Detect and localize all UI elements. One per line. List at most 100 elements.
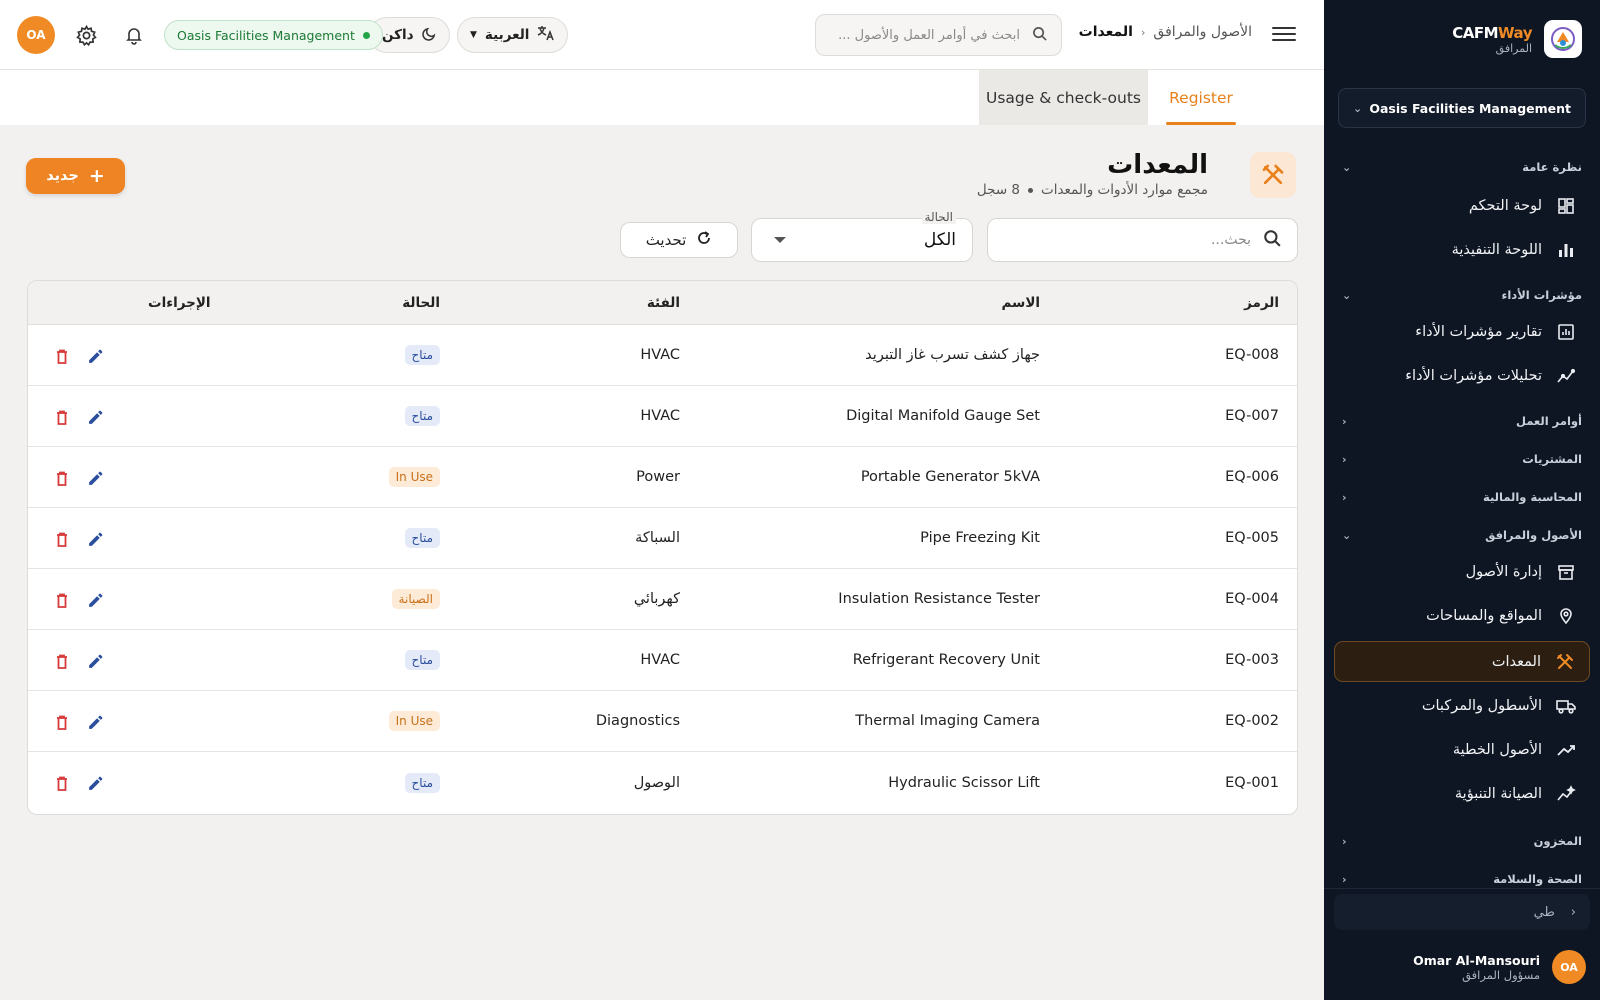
notifications-icon[interactable] [121, 22, 147, 48]
delete-trash-icon[interactable] [51, 772, 73, 794]
caret-down-icon [774, 237, 786, 243]
sidebar-item-kpi-analytics[interactable]: تحليلات مؤشرات الأداء [1334, 356, 1590, 396]
chevron-left-icon: ‹ [1342, 452, 1347, 466]
table-row[interactable]: EQ-007 Digital Manifold Gauge Set HVAC متاح [28, 386, 1297, 447]
sidebar-item-executive[interactable]: اللوحة التنفيذية [1334, 230, 1590, 270]
sidebar-item-asset-management[interactable]: إدارة الأصول [1334, 552, 1590, 592]
tab-register[interactable]: Register [1148, 70, 1254, 125]
sidebar-item-kpi-reports[interactable]: تقارير مؤشرات الأداء [1334, 312, 1590, 352]
cell-status: In Use [388, 691, 440, 751]
cell-name: Refrigerant Recovery Unit [852, 652, 1040, 668]
new-equipment-button[interactable]: جديد + [26, 158, 125, 194]
chevron-down-icon: ⌄ [1342, 160, 1352, 174]
sidebar-item-label: اللوحة التنفيذية [1451, 242, 1542, 258]
analytics-icon [1556, 366, 1576, 386]
cell-status: متاح [404, 752, 440, 813]
cell-name: Pipe Freezing Kit [920, 530, 1040, 546]
sidebar-item-label: إدارة الأصول [1465, 564, 1542, 580]
sidebar-item-label: الصيانة التنبؤية [1454, 786, 1542, 802]
sidebar-item-equipment[interactable]: المعدات [1334, 641, 1590, 682]
equipment-search-input[interactable]: بحث... [987, 218, 1298, 262]
trend-line-icon [1556, 740, 1576, 760]
nav-section-overview[interactable]: نظرة عامة ⌄ [1342, 160, 1582, 174]
language-selector[interactable]: ▼ العربية [457, 17, 569, 53]
table-row[interactable]: EQ-002 Thermal Imaging Camera Diagnostics I… [28, 691, 1297, 752]
nav-section-label: المشتريات [1522, 452, 1582, 466]
delete-trash-icon[interactable] [51, 345, 73, 367]
delete-trash-icon[interactable] [51, 528, 73, 550]
sidebar-item-label: تقارير مؤشرات الأداء [1415, 324, 1542, 340]
edit-pencil-icon[interactable] [84, 772, 106, 794]
user-name: Omar Al-Mansouri [1413, 952, 1540, 968]
nav-section-inventory[interactable]: المخزون ‹ [1342, 834, 1582, 848]
delete-trash-icon[interactable] [51, 467, 73, 489]
report-chart-icon [1556, 322, 1576, 342]
menu-icon[interactable] [1272, 22, 1296, 46]
nav-section-assets[interactable]: الأصول والمرافق ⌄ [1342, 528, 1582, 542]
nav-section-finance[interactable]: المحاسبة والمالية ‹ [1342, 490, 1582, 504]
search-icon [1263, 229, 1281, 251]
edit-pencil-icon[interactable] [84, 589, 106, 611]
chevron-left-icon: ‹ [1342, 834, 1347, 848]
table-row[interactable]: EQ-008 جهاز كشف تسرب غاز التبريد HVAC متاح [28, 325, 1297, 386]
table-row[interactable]: EQ-004 Insulation Resistance Tester كهربائ… [28, 569, 1297, 630]
nav-section-label: المخزون [1533, 834, 1582, 848]
delete-trash-icon[interactable] [51, 589, 73, 611]
sidebar-item-linear-assets[interactable]: الأصول الخطية [1334, 730, 1590, 770]
brand-subtitle: المرافق [1495, 41, 1532, 55]
status-badge: In Use [388, 711, 440, 731]
col-header-code[interactable]: الرمز [1244, 281, 1279, 324]
edit-pencil-icon[interactable] [84, 406, 106, 428]
col-header-actions: الإجراءات [148, 294, 211, 311]
edit-pencil-icon[interactable] [84, 711, 106, 733]
delete-trash-icon[interactable] [51, 650, 73, 672]
edit-pencil-icon[interactable] [84, 467, 106, 489]
nav-section-work-orders[interactable]: أوامر العمل ‹ [1342, 414, 1582, 428]
settings-gear-icon[interactable] [73, 22, 99, 48]
nav-section-label: نظرة عامة [1522, 160, 1582, 174]
edit-pencil-icon[interactable] [84, 650, 106, 672]
table-row[interactable]: EQ-003 Refrigerant Recovery Unit HVAC متاح [28, 630, 1297, 691]
delete-trash-icon[interactable] [51, 711, 73, 733]
archive-icon [1556, 562, 1576, 582]
table-row[interactable]: EQ-005 Pipe Freezing Kit السباكة متاح [28, 508, 1297, 569]
chevron-left-icon: ‹ [1570, 904, 1576, 920]
global-search-input[interactable]: ابحث في أوامر العمل والأصول ... [815, 14, 1062, 56]
sidebar-item-fleet[interactable]: الأسطول والمركبات [1334, 686, 1590, 726]
sidebar-item-predictive[interactable]: الصيانة التنبؤية [1334, 774, 1590, 814]
cell-code: EQ-002 [1225, 713, 1279, 729]
org-selector[interactable]: Oasis Facilities Management ⌄ [1338, 88, 1586, 128]
collapse-sidebar-button[interactable]: ‹ طي [1334, 894, 1590, 930]
sidebar-item-dashboard[interactable]: لوحة التحكم [1334, 186, 1590, 226]
tab-usage-checkouts[interactable]: Usage & check-outs [979, 70, 1148, 125]
refresh-button[interactable]: تحديث [620, 222, 738, 258]
brand[interactable]: CAFMWay المرافق [1452, 20, 1582, 58]
col-header-category[interactable]: الفئة [647, 281, 680, 324]
nav-section-label: الأصول والمرافق [1485, 528, 1582, 542]
breadcrumb: الأصول والمرافق ‹ المعدات [1079, 24, 1252, 40]
page-subtitle: مجمع موارد الأدوات والمعدات 8 سجل [977, 182, 1208, 198]
nav-section-procurement[interactable]: المشتريات ‹ [1342, 452, 1582, 466]
status-filter-select[interactable]: الحالة الكل [751, 210, 973, 262]
edit-pencil-icon[interactable] [84, 528, 106, 550]
cell-code: EQ-004 [1225, 591, 1279, 607]
nav-section-label: المحاسبة والمالية [1483, 490, 1582, 504]
location-pin-icon [1556, 606, 1576, 626]
table-row[interactable]: EQ-001 Hydraulic Scissor Lift الوصول متاح [28, 752, 1297, 813]
nav-section-kpi[interactable]: مؤشرات الأداء ⌄ [1342, 288, 1582, 302]
sidebar-item-label: لوحة التحكم [1468, 198, 1542, 214]
sidebar-item-locations[interactable]: المواقع والمساحات [1334, 596, 1590, 636]
delete-trash-icon[interactable] [51, 406, 73, 428]
edit-pencil-icon[interactable] [84, 345, 106, 367]
col-header-status[interactable]: الحالة [402, 281, 440, 324]
avatar[interactable]: OA [17, 16, 55, 54]
table-row[interactable]: EQ-006 Portable Generator 5kVA Power In Use [28, 447, 1297, 508]
breadcrumb-parent[interactable]: الأصول والمرافق [1153, 24, 1252, 40]
sidebar-item-label: المواقع والمساحات [1426, 608, 1542, 624]
tools-icon [1250, 152, 1296, 198]
col-header-name[interactable]: الاسم [1001, 281, 1040, 324]
user-profile[interactable]: OA Omar Al-Mansouri مسؤول المرافق [1413, 950, 1586, 984]
dashboard-icon [1556, 196, 1576, 216]
bullet-separator [1028, 187, 1034, 193]
nav-section-hse[interactable]: الصحة والسلامة ‹ [1342, 872, 1582, 886]
